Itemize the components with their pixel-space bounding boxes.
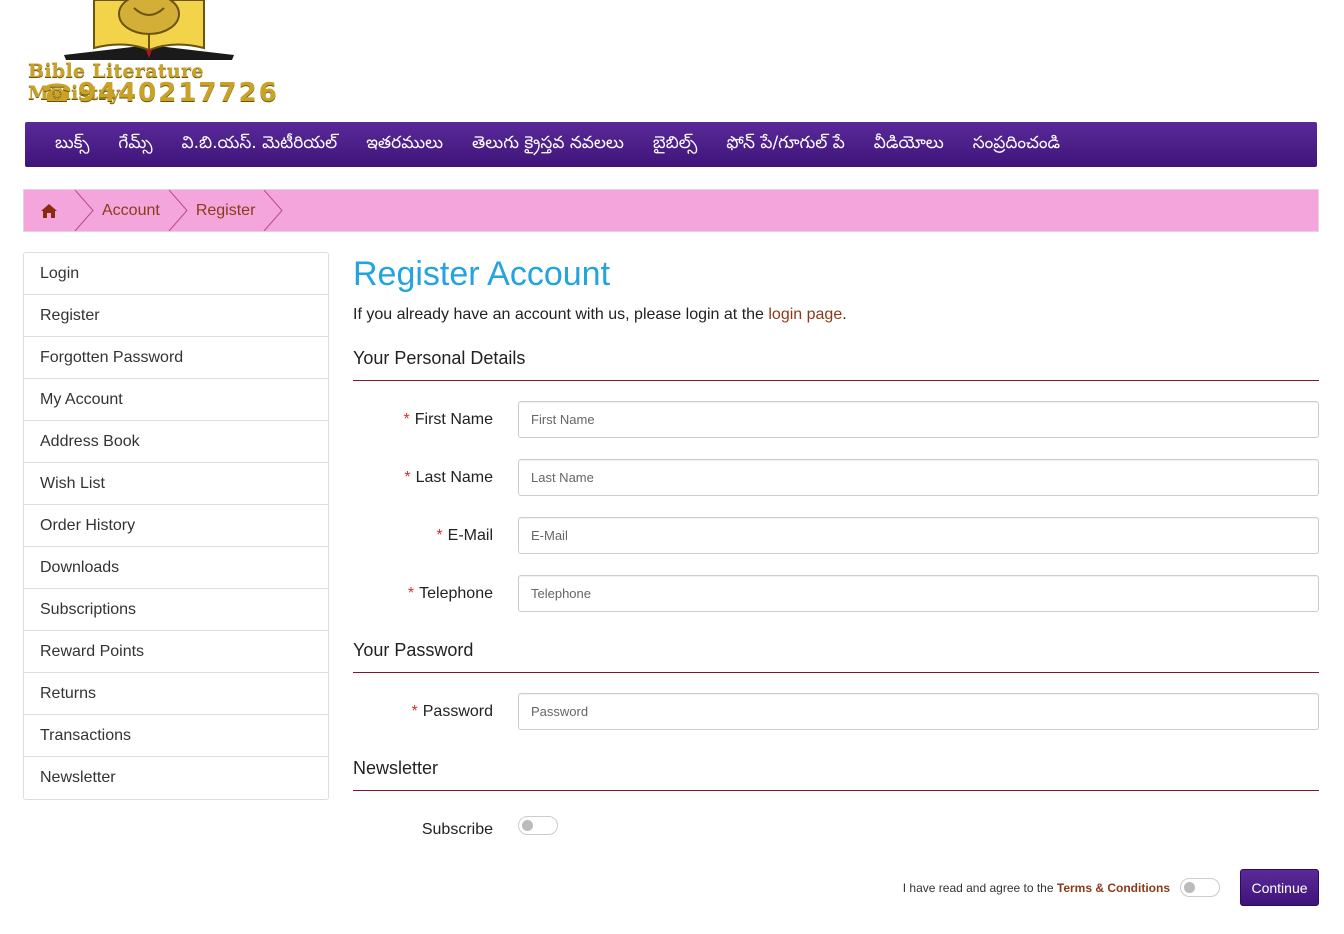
required-mark: *: [436, 527, 443, 544]
main-nav: బుక్స్ గేమ్స్ వి.బి.యస్. మెటీరియల్ ఇతరము…: [25, 122, 1317, 167]
lastname-label-text: Last Name: [415, 469, 493, 486]
firstname-label: * First Name: [404, 401, 493, 438]
telephone-row: * Telephone: [353, 575, 1319, 612]
logo-phone-number: 9440217726: [77, 78, 279, 108]
password-input[interactable]: [518, 693, 1319, 730]
required-mark: *: [404, 469, 411, 486]
firstname-row: * First Name: [353, 401, 1319, 438]
login-page-link[interactable]: login page: [768, 306, 842, 323]
telephone-label-text: Telephone: [419, 585, 493, 602]
subscribe-toggle[interactable]: [518, 816, 558, 835]
agree-row: I have read and agree to the Terms & Con…: [903, 869, 1319, 906]
home-icon[interactable]: [24, 190, 74, 231]
sidebar-item-transactions[interactable]: Transactions: [24, 715, 328, 757]
register-form: Register Account If you already have an …: [353, 252, 1319, 838]
sidebar-item-subscriptions[interactable]: Subscriptions: [24, 589, 328, 631]
nav-item-games[interactable]: గేమ్స్: [118, 133, 152, 157]
sidebar-item-my-account[interactable]: My Account: [24, 379, 328, 421]
agree-text: I have read and agree to the Terms & Con…: [903, 881, 1170, 895]
sidebar-item-wish-list[interactable]: Wish List: [24, 463, 328, 505]
password-row: * Password: [353, 693, 1319, 730]
password-legend: Your Password: [353, 640, 1319, 673]
intro-text-end: .: [842, 306, 847, 323]
sidebar-item-returns[interactable]: Returns: [24, 673, 328, 715]
chevron-right-icon: [74, 190, 94, 231]
firstname-label-text: First Name: [414, 411, 493, 428]
subscribe-row: Subscribe: [353, 811, 1319, 848]
site-logo[interactable]: Bible Literature Ministry ☎ 9440217726: [24, 0, 280, 110]
nav-item-telugu-novels[interactable]: తెలుగు క్రైస్తవ నవలలు: [472, 133, 624, 157]
account-sidebar: Login Register Forgotten Password My Acc…: [23, 252, 329, 800]
agree-toggle[interactable]: [1180, 878, 1220, 897]
sidebar-item-reward-points[interactable]: Reward Points: [24, 631, 328, 673]
sidebar-item-login[interactable]: Login: [24, 253, 328, 295]
breadcrumb-register[interactable]: Register: [188, 202, 264, 220]
lastname-input[interactable]: [518, 459, 1319, 496]
terms-link[interactable]: Terms & Conditions: [1057, 881, 1170, 895]
subscribe-label: Subscribe: [421, 821, 493, 838]
email-label: * E-Mail: [436, 517, 493, 554]
nav-item-contact[interactable]: సంప్రదించండి: [973, 133, 1060, 157]
sidebar-item-downloads[interactable]: Downloads: [24, 547, 328, 589]
bible-emblem-icon: [64, 0, 234, 60]
telephone-input[interactable]: [518, 575, 1319, 612]
logo-phone: ☎ 9440217726: [42, 78, 279, 108]
sidebar-item-order-history[interactable]: Order History: [24, 505, 328, 547]
email-input[interactable]: [518, 517, 1319, 554]
nav-item-books[interactable]: బుక్స్: [55, 133, 89, 157]
page-title: Register Account: [353, 255, 611, 293]
intro-text: If you already have an account with us, …: [353, 306, 1319, 324]
personal-details-legend: Your Personal Details: [353, 348, 1319, 381]
intro-text-start: If you already have an account with us, …: [353, 306, 769, 323]
required-mark: *: [403, 411, 410, 428]
nav-item-videos[interactable]: వీడియోలు: [874, 133, 944, 157]
nav-item-bibles[interactable]: బైబిల్స్: [653, 133, 697, 157]
email-row: * E-Mail: [353, 517, 1319, 554]
firstname-input[interactable]: [518, 401, 1319, 438]
nav-item-phonepe[interactable]: ఫోన్ పే/గూగుల్ పే: [726, 133, 844, 157]
agree-text-start: I have read and agree to the: [902, 880, 1057, 895]
chevron-right-icon: [168, 190, 188, 231]
password-label-text: Password: [422, 703, 493, 720]
required-mark: *: [411, 703, 418, 720]
chevron-right-icon: [264, 190, 284, 231]
sidebar-item-register[interactable]: Register: [24, 295, 328, 337]
sidebar-item-address-book[interactable]: Address Book: [24, 421, 328, 463]
sidebar-item-forgotten-password[interactable]: Forgotten Password: [24, 337, 328, 379]
nav-item-others[interactable]: ఇతరములు: [366, 133, 443, 157]
required-mark: *: [407, 585, 415, 602]
lastname-row: * Last Name: [353, 459, 1319, 496]
continue-button[interactable]: Continue: [1240, 869, 1319, 906]
email-label-text: E-Mail: [447, 527, 493, 544]
password-label: * Password: [412, 693, 493, 730]
nav-item-vbs-material[interactable]: వి.బి.యస్. మెటీరియల్: [181, 133, 337, 157]
sidebar-item-newsletter[interactable]: Newsletter: [24, 757, 328, 799]
breadcrumb: Account Register: [23, 189, 1319, 232]
breadcrumb-account[interactable]: Account: [94, 202, 168, 220]
phone-icon: ☎: [42, 79, 74, 107]
newsletter-legend: Newsletter: [353, 758, 1319, 791]
lastname-label: * Last Name: [404, 459, 493, 496]
telephone-label: * Telephone: [408, 575, 493, 612]
